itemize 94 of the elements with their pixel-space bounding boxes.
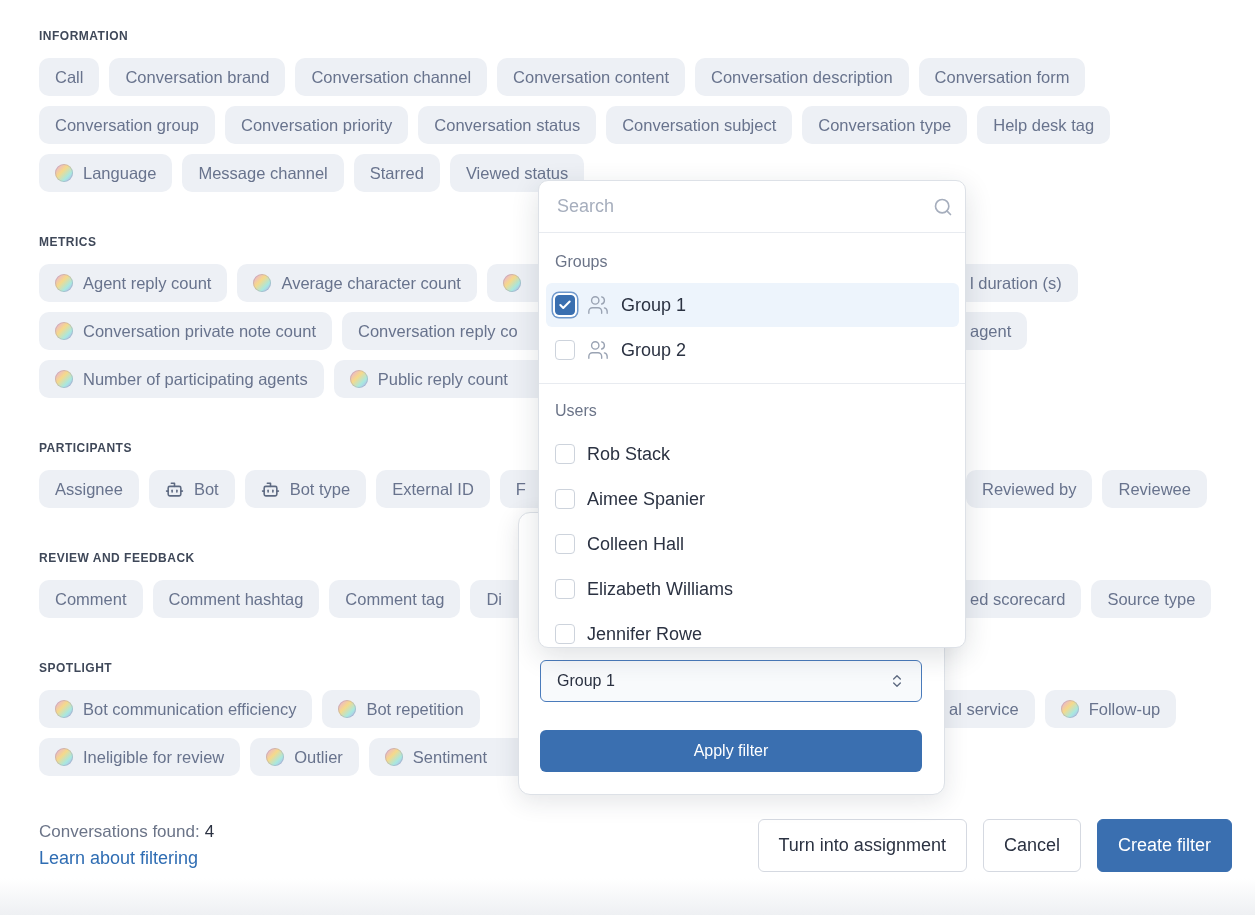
group-select[interactable]: Group 1 <box>540 660 922 702</box>
results-count: 4 <box>204 822 215 842</box>
option-item[interactable]: Rob Stack <box>546 432 959 476</box>
filter-chip[interactable]: Comment hashtag <box>152 580 320 618</box>
sparkle-dot-icon <box>338 700 357 718</box>
option-item[interactable]: Jennifer Rowe <box>546 612 959 647</box>
filter-chip[interactable]: Source type <box>1091 580 1212 618</box>
apply-button[interactable]: Apply filter <box>540 730 922 772</box>
secondary-button[interactable]: Cancel <box>982 819 1081 872</box>
filter-chip[interactable] <box>486 264 538 302</box>
option-label: Group 2 <box>621 339 687 361</box>
filter-chip[interactable]: Reviewee <box>1102 470 1207 508</box>
filter-chip[interactable]: Language <box>39 154 173 192</box>
sparkle-dot-icon <box>502 274 521 292</box>
filter-chip[interactable]: Sentiment <box>368 738 518 776</box>
filter-chip[interactable]: Conversation group <box>39 106 215 144</box>
option-label: Elizabeth Williams <box>587 578 734 600</box>
filter-chip[interactable]: Message channel <box>182 154 344 192</box>
filter-chip[interactable]: Bot type <box>244 470 367 508</box>
filter-chip[interactable]: Number of participating agents <box>39 360 324 398</box>
filter-chip[interactable]: External ID <box>376 470 490 508</box>
section-heading: METRICS <box>39 234 97 250</box>
filter-chip[interactable]: Comment tag <box>329 580 461 618</box>
robot-icon <box>164 479 184 499</box>
sparkle-dot-icon <box>55 164 73 182</box>
search-icon <box>933 196 953 217</box>
people-icon <box>587 339 609 361</box>
filter-chip[interactable]: Comment <box>39 580 143 618</box>
filter-chip[interactable]: Assignee <box>39 470 139 508</box>
option-item[interactable]: Group 2 <box>546 328 959 372</box>
option-label: Aimee Spanier <box>587 488 706 510</box>
filter-chip[interactable]: Conversation channel <box>295 58 488 96</box>
filter-chip[interactable]: Conversation private note count <box>39 312 332 350</box>
sparkle-dot-icon <box>55 274 73 292</box>
sparkle-dot-icon <box>253 274 272 292</box>
people-icon <box>587 294 609 316</box>
results-label: Conversations found: <box>39 822 200 842</box>
option-item[interactable]: Group 1 <box>546 283 959 327</box>
section-heading: INFORMATION <box>39 28 129 44</box>
create-button[interactable]: Create filter <box>1096 819 1232 872</box>
group-heading: Users <box>554 402 598 420</box>
filter-chip[interactable]: Starred <box>353 154 440 192</box>
filter-chip[interactable]: Conversation status <box>418 106 597 144</box>
filter-chip[interactable]: Conversation form <box>918 58 1086 96</box>
filter-chip[interactable]: agent <box>966 312 1028 350</box>
filter-chip[interactable]: Conversation type <box>802 106 968 144</box>
filter-chip[interactable]: Conversation content <box>497 58 685 96</box>
filter-chip[interactable]: Conversation priority <box>225 106 409 144</box>
secondary-button[interactable]: Turn into assignment <box>757 819 967 872</box>
filter-chip[interactable]: Help desk tag <box>977 106 1111 144</box>
filter-chip[interactable]: Bot repetition <box>322 690 480 728</box>
filter-chip[interactable]: Call <box>39 58 100 96</box>
checkbox[interactable] <box>555 295 575 315</box>
option-label: Group 1 <box>621 294 687 316</box>
filter-chip[interactable]: Di <box>470 580 518 618</box>
option-label: Rob Stack <box>587 443 671 465</box>
filter-chip[interactable]: l duration (s) <box>966 264 1078 302</box>
sparkle-dot-icon <box>55 322 73 340</box>
filter-chip[interactable]: Ineligible for review <box>39 738 241 776</box>
filter-chip[interactable]: Conversation description <box>695 58 909 96</box>
sparkle-dot-icon <box>55 748 73 766</box>
option-item[interactable]: Colleen Hall <box>546 522 959 566</box>
sparkle-dot-icon <box>384 748 403 766</box>
help-link[interactable]: Learn about filtering <box>39 848 199 868</box>
option-label: Colleen Hall <box>587 533 685 555</box>
sparkle-dot-icon <box>55 700 73 718</box>
filter-chip[interactable]: al service <box>945 690 1035 728</box>
group-heading: Groups <box>554 253 609 271</box>
filter-chip[interactable]: Average character count <box>237 264 477 302</box>
filter-chip[interactable]: Reviewed by <box>966 470 1093 508</box>
filter-chip[interactable]: Outlier <box>250 738 359 776</box>
sparkle-dot-icon <box>349 370 368 388</box>
sparkle-dot-icon <box>1060 700 1079 718</box>
filter-chip[interactable]: Follow-up <box>1044 690 1177 728</box>
sparkle-dot-icon <box>266 748 285 766</box>
filter-chip[interactable]: Agent reply count <box>39 264 228 302</box>
check-icon <box>558 298 572 312</box>
filter-chip[interactable]: ed scorecard <box>966 580 1082 618</box>
section-heading: REVIEW AND FEEDBACK <box>39 550 195 566</box>
filter-chip[interactable]: Conversation reply co <box>342 312 538 350</box>
option-item[interactable]: Elizabeth Williams <box>546 567 959 611</box>
section-heading: SPOTLIGHT <box>39 660 113 676</box>
filter-chip[interactable]: Conversation brand <box>109 58 286 96</box>
filter-chip[interactable]: Bot communication efficiency <box>39 690 313 728</box>
section-heading: PARTICIPANTS <box>39 440 132 456</box>
robot-icon <box>260 479 280 499</box>
option-label: Jennifer Rowe <box>587 623 703 645</box>
filter-chip[interactable]: Conversation subject <box>606 106 793 144</box>
filter-chip[interactable]: Public reply count <box>333 360 538 398</box>
filter-chip[interactable]: Viewed status <box>449 154 585 192</box>
filter-chip[interactable]: F <box>499 470 538 508</box>
filter-chip[interactable]: Bot <box>148 470 235 508</box>
sparkle-dot-icon <box>55 370 73 388</box>
option-item[interactable]: Aimee Spanier <box>546 477 959 521</box>
